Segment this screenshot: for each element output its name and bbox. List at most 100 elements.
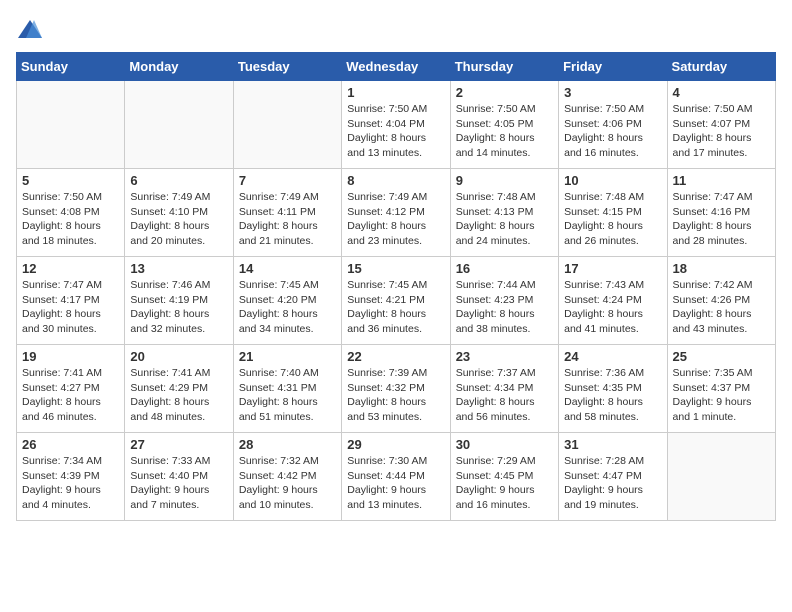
cell-info: Sunrise: 7:41 AM Sunset: 4:29 PM Dayligh… <box>130 366 227 425</box>
cell-info: Sunrise: 7:35 AM Sunset: 4:37 PM Dayligh… <box>673 366 770 425</box>
calendar-cell: 31 Sunrise: 7:28 AM Sunset: 4:47 PM Dayli… <box>559 433 667 521</box>
weekday-header: Sunday <box>17 53 125 81</box>
cell-info: Sunrise: 7:46 AM Sunset: 4:19 PM Dayligh… <box>130 278 227 337</box>
cell-info: Sunrise: 7:41 AM Sunset: 4:27 PM Dayligh… <box>22 366 119 425</box>
calendar-cell: 6Sunrise: 7:49 AM Sunset: 4:10 PM Daylig… <box>125 169 233 257</box>
calendar-cell: 8Sunrise: 7:49 AM Sunset: 4:12 PM Daylig… <box>342 169 450 257</box>
cell-info: Sunrise: 7:45 AM Sunset: 4:21 PM Dayligh… <box>347 278 444 337</box>
calendar-cell: 10 Sunrise: 7:48 AM Sunset: 4:15 PM Dayli… <box>559 169 667 257</box>
weekday-row: SundayMondayTuesdayWednesdayThursdayFrid… <box>17 53 776 81</box>
day-number: 25 <box>673 349 770 364</box>
day-number: 15 <box>347 261 444 276</box>
day-number: 30 <box>456 437 553 452</box>
cell-info: Sunrise: 7:28 AM Sunset: 4:47 PM Dayligh… <box>564 454 661 513</box>
cell-info: Sunrise: 7:48 AM Sunset: 4:13 PM Dayligh… <box>456 190 553 249</box>
day-number: 24 <box>564 349 661 364</box>
cell-info: Sunrise: 7:40 AM Sunset: 4:31 PM Dayligh… <box>239 366 336 425</box>
day-number: 12 <box>22 261 119 276</box>
day-number: 11 <box>673 173 770 188</box>
calendar-cell: 12 Sunrise: 7:47 AM Sunset: 4:17 PM Dayli… <box>17 257 125 345</box>
weekday-header: Saturday <box>667 53 775 81</box>
day-number: 29 <box>347 437 444 452</box>
day-number: 16 <box>456 261 553 276</box>
calendar-week-row: 5Sunrise: 7:50 AM Sunset: 4:08 PM Daylig… <box>17 169 776 257</box>
calendar-cell: 17Sunrise: 7:43 AM Sunset: 4:24 PM Dayli… <box>559 257 667 345</box>
weekday-header: Thursday <box>450 53 558 81</box>
calendar-cell: 25 Sunrise: 7:35 AM Sunset: 4:37 PM Dayli… <box>667 345 775 433</box>
calendar-week-row: 1 Sunrise: 7:50 AM Sunset: 4:04 PM Daylig… <box>17 81 776 169</box>
calendar-cell: 18Sunrise: 7:42 AM Sunset: 4:26 PM Dayli… <box>667 257 775 345</box>
calendar-week-row: 19 Sunrise: 7:41 AM Sunset: 4:27 PM Dayli… <box>17 345 776 433</box>
calendar-week-row: 26Sunrise: 7:34 AM Sunset: 4:39 PM Dayli… <box>17 433 776 521</box>
day-number: 28 <box>239 437 336 452</box>
cell-info: Sunrise: 7:32 AM Sunset: 4:42 PM Dayligh… <box>239 454 336 513</box>
cell-info: Sunrise: 7:33 AM Sunset: 4:40 PM Dayligh… <box>130 454 227 513</box>
day-number: 8 <box>347 173 444 188</box>
day-number: 23 <box>456 349 553 364</box>
calendar-cell: 2 Sunrise: 7:50 AM Sunset: 4:05 PM Daylig… <box>450 81 558 169</box>
cell-info: Sunrise: 7:50 AM Sunset: 4:06 PM Dayligh… <box>564 102 661 161</box>
weekday-header: Wednesday <box>342 53 450 81</box>
cell-info: Sunrise: 7:39 AM Sunset: 4:32 PM Dayligh… <box>347 366 444 425</box>
calendar-body: 1 Sunrise: 7:50 AM Sunset: 4:04 PM Daylig… <box>17 81 776 521</box>
cell-info: Sunrise: 7:49 AM Sunset: 4:11 PM Dayligh… <box>239 190 336 249</box>
calendar-cell <box>125 81 233 169</box>
day-number: 19 <box>22 349 119 364</box>
logo-icon <box>16 16 44 44</box>
cell-info: Sunrise: 7:47 AM Sunset: 4:17 PM Dayligh… <box>22 278 119 337</box>
cell-info: Sunrise: 7:50 AM Sunset: 4:07 PM Dayligh… <box>673 102 770 161</box>
calendar-cell: 22 Sunrise: 7:39 AM Sunset: 4:32 PM Dayli… <box>342 345 450 433</box>
calendar-cell: 29Sunrise: 7:30 AM Sunset: 4:44 PM Dayli… <box>342 433 450 521</box>
day-number: 9 <box>456 173 553 188</box>
calendar-cell: 7 Sunrise: 7:49 AM Sunset: 4:11 PM Daylig… <box>233 169 341 257</box>
cell-info: Sunrise: 7:36 AM Sunset: 4:35 PM Dayligh… <box>564 366 661 425</box>
day-number: 4 <box>673 85 770 100</box>
calendar-cell: 28 Sunrise: 7:32 AM Sunset: 4:42 PM Dayli… <box>233 433 341 521</box>
calendar-cell: 3 Sunrise: 7:50 AM Sunset: 4:06 PM Daylig… <box>559 81 667 169</box>
day-number: 17 <box>564 261 661 276</box>
cell-info: Sunrise: 7:50 AM Sunset: 4:05 PM Dayligh… <box>456 102 553 161</box>
day-number: 31 <box>564 437 661 452</box>
day-number: 21 <box>239 349 336 364</box>
calendar-cell: 23Sunrise: 7:37 AM Sunset: 4:34 PM Dayli… <box>450 345 558 433</box>
day-number: 14 <box>239 261 336 276</box>
day-number: 18 <box>673 261 770 276</box>
cell-info: Sunrise: 7:44 AM Sunset: 4:23 PM Dayligh… <box>456 278 553 337</box>
day-number: 3 <box>564 85 661 100</box>
calendar-cell: 14 Sunrise: 7:45 AM Sunset: 4:20 PM Dayli… <box>233 257 341 345</box>
day-number: 26 <box>22 437 119 452</box>
calendar-cell <box>667 433 775 521</box>
calendar-cell: 9 Sunrise: 7:48 AM Sunset: 4:13 PM Daylig… <box>450 169 558 257</box>
calendar-cell: 4 Sunrise: 7:50 AM Sunset: 4:07 PM Daylig… <box>667 81 775 169</box>
day-number: 5 <box>22 173 119 188</box>
day-number: 10 <box>564 173 661 188</box>
day-number: 6 <box>130 173 227 188</box>
day-number: 7 <box>239 173 336 188</box>
cell-info: Sunrise: 7:48 AM Sunset: 4:15 PM Dayligh… <box>564 190 661 249</box>
weekday-header: Monday <box>125 53 233 81</box>
weekday-header: Tuesday <box>233 53 341 81</box>
cell-info: Sunrise: 7:45 AM Sunset: 4:20 PM Dayligh… <box>239 278 336 337</box>
day-number: 27 <box>130 437 227 452</box>
cell-info: Sunrise: 7:50 AM Sunset: 4:04 PM Dayligh… <box>347 102 444 161</box>
calendar-cell: 27 Sunrise: 7:33 AM Sunset: 4:40 PM Dayli… <box>125 433 233 521</box>
calendar-cell: 1 Sunrise: 7:50 AM Sunset: 4:04 PM Daylig… <box>342 81 450 169</box>
calendar-cell: 5Sunrise: 7:50 AM Sunset: 4:08 PM Daylig… <box>17 169 125 257</box>
calendar-week-row: 12 Sunrise: 7:47 AM Sunset: 4:17 PM Dayli… <box>17 257 776 345</box>
day-number: 1 <box>347 85 444 100</box>
calendar-cell: 13 Sunrise: 7:46 AM Sunset: 4:19 PM Dayli… <box>125 257 233 345</box>
day-number: 22 <box>347 349 444 364</box>
day-number: 13 <box>130 261 227 276</box>
page-header <box>16 16 776 44</box>
calendar-cell: 20Sunrise: 7:41 AM Sunset: 4:29 PM Dayli… <box>125 345 233 433</box>
calendar-cell: 19 Sunrise: 7:41 AM Sunset: 4:27 PM Dayli… <box>17 345 125 433</box>
calendar-cell <box>233 81 341 169</box>
calendar-cell: 24 Sunrise: 7:36 AM Sunset: 4:35 PM Dayli… <box>559 345 667 433</box>
logo <box>16 16 48 44</box>
calendar-cell: 16 Sunrise: 7:44 AM Sunset: 4:23 PM Dayli… <box>450 257 558 345</box>
calendar-table: SundayMondayTuesdayWednesdayThursdayFrid… <box>16 52 776 521</box>
calendar-cell: 11Sunrise: 7:47 AM Sunset: 4:16 PM Dayli… <box>667 169 775 257</box>
cell-info: Sunrise: 7:29 AM Sunset: 4:45 PM Dayligh… <box>456 454 553 513</box>
day-number: 2 <box>456 85 553 100</box>
calendar-cell: 15 Sunrise: 7:45 AM Sunset: 4:21 PM Dayli… <box>342 257 450 345</box>
